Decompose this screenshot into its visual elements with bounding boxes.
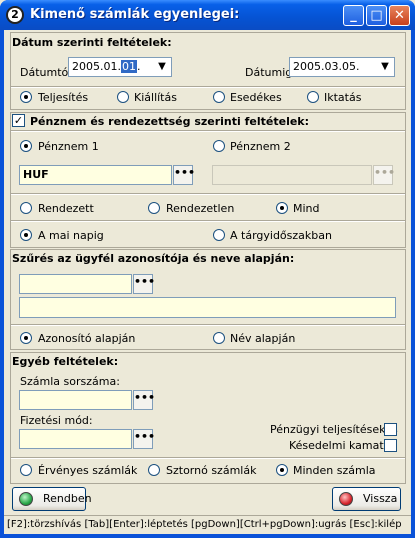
serial-lookup-button[interactable]: ••• — [133, 390, 155, 410]
radio-kiallitas-label: Kiállítás — [134, 91, 177, 104]
radio-currency-1-label: Pénznem 1 — [38, 140, 99, 153]
radio-azonosito-label: Azonosító alapján — [38, 332, 136, 345]
radio-mind[interactable] — [276, 202, 288, 214]
radio-ervenyes[interactable] — [20, 464, 32, 476]
divider — [11, 86, 405, 88]
currency-filter-checkbox[interactable]: ✓ — [12, 114, 25, 127]
payment-lookup-button[interactable]: ••• — [133, 429, 155, 449]
customer-section-heading: Szűrés az ügyfél azonosítója és neve ala… — [12, 252, 295, 265]
currency-2-field[interactable] — [212, 165, 372, 185]
radio-currency-2-label: Pénznem 2 — [230, 140, 291, 153]
radio-rendezett[interactable] — [20, 202, 32, 214]
window-title: Kimenő számlák egyenlegei: — [30, 7, 240, 22]
radio-rendezett-label: Rendezett — [38, 202, 94, 215]
ok-button-label: Rendben — [43, 492, 92, 505]
radio-kiallitas[interactable] — [117, 91, 129, 103]
radio-esedekes-label: Esedékes — [230, 91, 282, 104]
radio-rendezetlen-label: Rendezetlen — [166, 202, 235, 215]
radio-mai-napig[interactable] — [20, 229, 32, 241]
date-to-value: 2005.03.05. — [293, 60, 360, 73]
maximize-button[interactable]: □ — [366, 5, 387, 26]
late-interest-checkbox[interactable] — [384, 439, 397, 452]
customer-id-field[interactable] — [19, 274, 132, 294]
radio-sztorno-label: Sztornó számlák — [166, 464, 257, 477]
date-from-value: 2005.01. — [72, 60, 121, 73]
green-gem-icon — [19, 492, 33, 506]
currency-2-lookup-button[interactable]: ••• — [373, 165, 395, 185]
radio-mai-napig-label: A mai napig — [38, 229, 104, 242]
radio-iktatas-label: Iktatás — [324, 91, 362, 104]
back-button[interactable]: Vissza — [332, 487, 401, 511]
customer-name-field[interactable] — [19, 297, 396, 318]
radio-nev[interactable] — [213, 332, 225, 344]
radio-ervenyes-label: Érvényes számlák — [38, 464, 138, 477]
divider — [11, 457, 405, 459]
radio-teljesites-label: Teljesítés — [38, 91, 89, 104]
payment-method-label: Fizetési mód: — [20, 414, 93, 427]
radio-minden[interactable] — [276, 464, 288, 476]
divider — [11, 130, 405, 132]
divider — [11, 193, 405, 195]
date-from-combo[interactable]: 2005.01.01. ▼ — [68, 57, 172, 77]
title-bar[interactable]: 2 Kimenő számlák egyenlegei: _ □ ✕ — [0, 0, 415, 30]
date-section-heading: Dátum szerinti feltételek: — [12, 36, 172, 49]
divider — [11, 220, 405, 222]
late-interest-checkbox-label: Késedelmi kamatok — [289, 439, 397, 452]
radio-nev-label: Név alapján — [230, 332, 296, 345]
radio-iktatas[interactable] — [307, 91, 319, 103]
radio-esedekes[interactable] — [213, 91, 225, 103]
radio-mind-label: Mind — [293, 202, 320, 215]
ok-button[interactable]: Rendben — [12, 487, 92, 511]
other-section-heading: Egyéb feltételek: — [12, 355, 119, 368]
radio-rendezetlen[interactable] — [148, 202, 160, 214]
divider — [11, 324, 405, 326]
radio-targyidoszak[interactable] — [213, 229, 225, 241]
serial-number-field[interactable] — [19, 390, 132, 410]
financial-checkbox[interactable] — [384, 423, 397, 436]
radio-currency-1[interactable] — [20, 140, 32, 152]
close-button[interactable]: ✕ — [389, 5, 410, 26]
radio-minden-label: Minden számla — [293, 464, 376, 477]
radio-sztorno[interactable] — [148, 464, 160, 476]
chevron-down-icon[interactable]: ▼ — [377, 59, 393, 75]
payment-method-field[interactable] — [19, 429, 132, 449]
customer-lookup-button[interactable]: ••• — [133, 274, 155, 294]
app-logo-icon[interactable]: 2 — [6, 6, 24, 24]
serial-number-label: Számla sorszáma: — [20, 375, 120, 388]
back-button-label: Vissza — [363, 492, 398, 505]
financial-checkbox-label: Pénzügyi teljesítések is — [270, 423, 398, 436]
chevron-down-icon[interactable]: ▼ — [154, 59, 170, 75]
radio-currency-2[interactable] — [213, 140, 225, 152]
red-gem-icon — [339, 492, 353, 506]
radio-targyidoszak-label: A tárgyidőszakban — [230, 229, 332, 242]
currency-section-heading: Pénznem és rendezettség szerinti feltéte… — [30, 115, 310, 128]
status-bar: [F2]:törzshívás [Tab][Enter]:léptetés [p… — [4, 515, 411, 534]
currency-1-field[interactable]: HUF — [19, 165, 172, 185]
currency-1-lookup-button[interactable]: ••• — [173, 165, 195, 185]
date-from-label: Dátumtól: — [20, 66, 76, 79]
minimize-button[interactable]: _ — [343, 5, 364, 26]
date-from-value-suffix: . — [136, 60, 141, 73]
radio-azonosito[interactable] — [20, 332, 32, 344]
date-from-selected-part: 01 — [120, 60, 137, 73]
radio-teljesites[interactable] — [20, 91, 32, 103]
date-to-combo[interactable]: 2005.03.05. ▼ — [289, 57, 395, 77]
